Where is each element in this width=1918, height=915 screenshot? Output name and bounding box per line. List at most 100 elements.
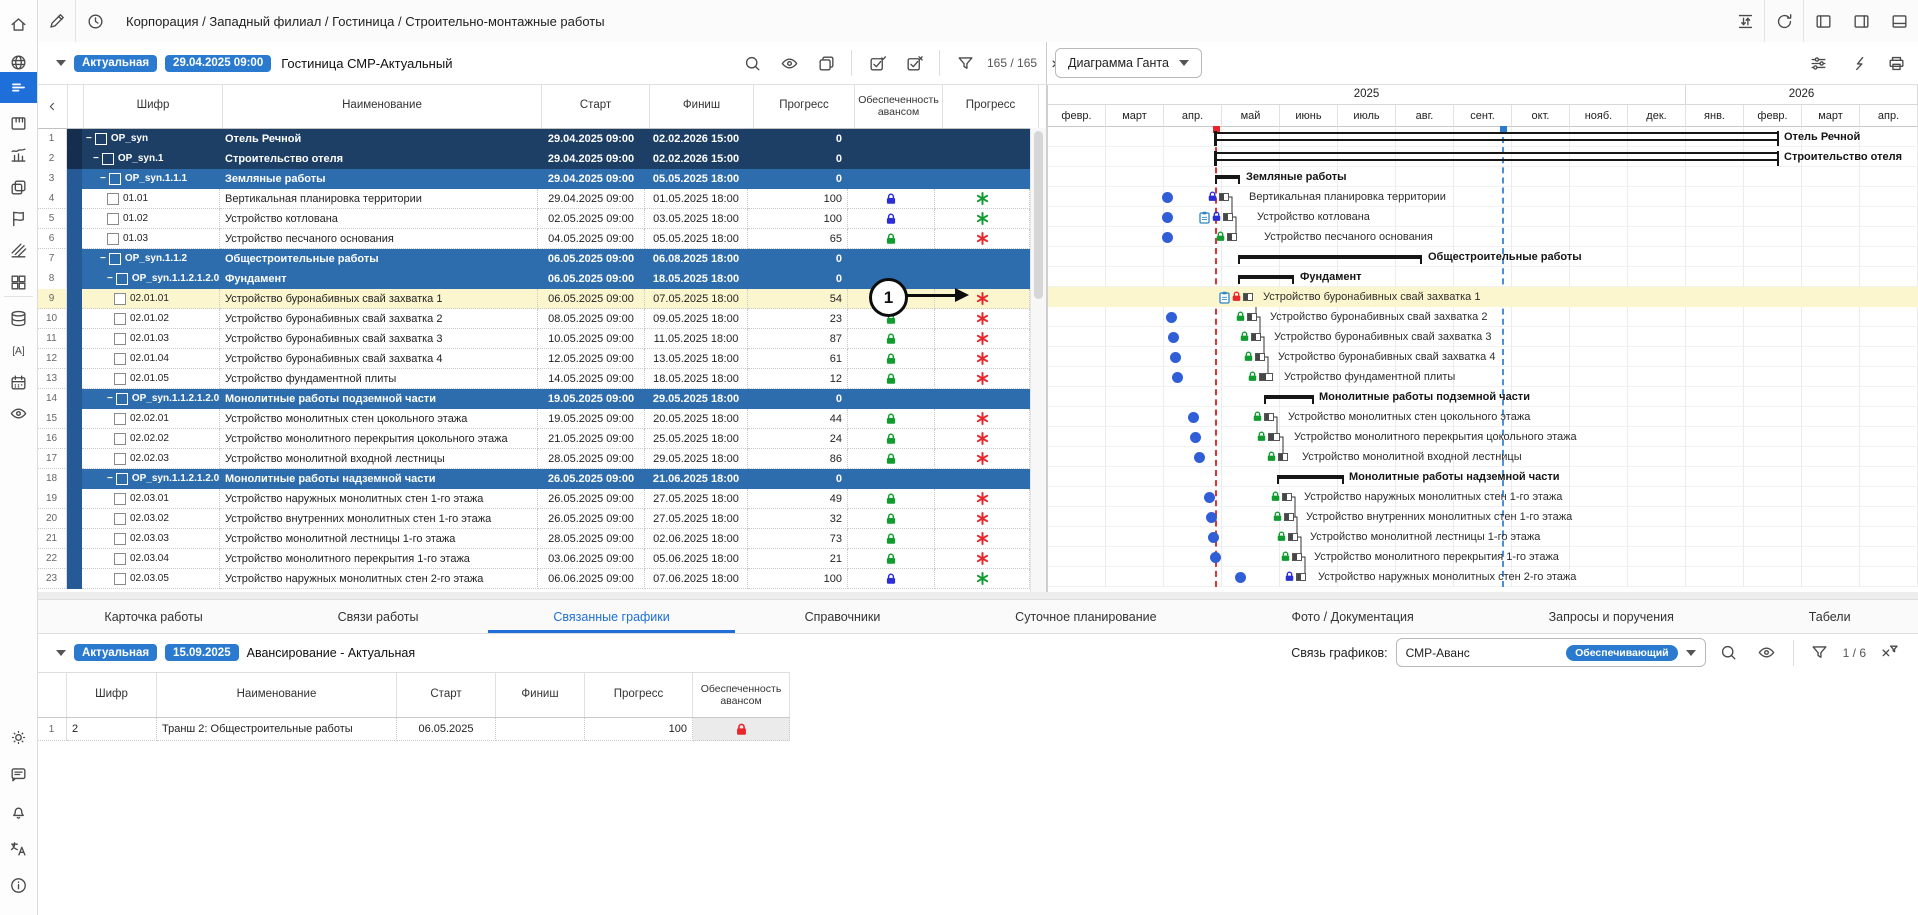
tab-3[interactable]: Связанные графики [523, 600, 699, 633]
gantt-row[interactable]: Устройство монолитного перекрытия 1-го э… [1048, 547, 1918, 567]
table-row[interactable]: 7−OP_syn.1.1.2Общестроительные работы06.… [37, 249, 1046, 269]
gantt-row[interactable]: Общестроительные работы [1048, 247, 1918, 267]
row-checkbox[interactable] [114, 413, 126, 425]
table-row[interactable]: 601.03Устройство песчаного основания04.0… [37, 229, 1046, 249]
column-header-0[interactable]: Шифр [84, 84, 223, 128]
gantt-canvas[interactable]: Отель РечнойСтроительство отеляЗемляные … [1048, 127, 1918, 587]
task-bar[interactable] [1223, 213, 1233, 221]
column-header-1[interactable]: Наименование [223, 84, 542, 128]
task-bar[interactable] [1255, 353, 1265, 361]
sidebar-item-grid-icon[interactable] [0, 266, 37, 298]
task-bar[interactable] [1292, 553, 1302, 561]
column-header-2[interactable]: Старт [542, 84, 650, 128]
sidebar-item-translate-icon[interactable] [0, 832, 37, 864]
column-header-3[interactable]: Финиш [650, 84, 754, 128]
table-row[interactable]: 2−OP_syn.1Строительство отеля29.04.2025 … [37, 149, 1046, 169]
gantt-row[interactable]: Строительство отеля [1048, 147, 1918, 167]
table-row[interactable]: 2002.03.02Устройство внутренних монолитн… [37, 509, 1046, 529]
row-checkbox[interactable] [114, 513, 126, 525]
gantt-row[interactable]: Устройство внутренних монолитных стен 1-… [1048, 507, 1918, 527]
task-bar[interactable] [1296, 573, 1306, 581]
summary-bar[interactable] [1238, 275, 1294, 279]
linked-column-header-2[interactable]: Наименование [157, 673, 397, 717]
task-bar[interactable] [1247, 313, 1257, 321]
vertical-scrollbar[interactable] [1030, 128, 1046, 592]
gantt-row[interactable]: Устройство наружных монолитных стен 2-го… [1048, 567, 1918, 587]
table-row[interactable]: 18−OP_syn.1.1.2.1.2.03Монолитные работы … [37, 469, 1046, 489]
gantt-row[interactable]: Устройство монолитной лестницы 1-го этаж… [1048, 527, 1918, 547]
collapse-toggle[interactable]: − [100, 253, 106, 264]
linked-filter-button[interactable] [1805, 638, 1835, 668]
table-row[interactable]: 1702.02.03Устройство монолитной входной … [37, 449, 1046, 469]
link-select[interactable]: СМР-Аванс Обеспечивающий [1396, 638, 1706, 667]
sidebar-item-gantt-list-icon[interactable] [0, 72, 37, 103]
row-checkbox[interactable] [107, 213, 119, 225]
row-checkbox[interactable] [116, 393, 128, 405]
row-checkbox[interactable] [114, 493, 126, 505]
gantt-row[interactable]: Устройство песчаного основания [1048, 227, 1918, 247]
view-selector[interactable]: Диаграмма Ганта [1055, 48, 1202, 78]
row-checkbox[interactable] [114, 553, 126, 565]
summary-bar[interactable] [1264, 395, 1314, 399]
sidebar-item-theme-icon[interactable] [0, 721, 37, 753]
swap-rows-button[interactable] [1726, 0, 1764, 42]
table-row[interactable]: 1502.02.01Устройство монолитных стен цок… [37, 409, 1046, 429]
edit-button[interactable] [37, 0, 75, 42]
collapse-toggle[interactable]: − [107, 473, 113, 484]
row-checkbox[interactable] [109, 173, 121, 185]
sidebar-item-hatch-icon[interactable] [0, 234, 37, 266]
collapse-toggle[interactable]: − [107, 273, 113, 284]
collapse-columns-icon[interactable] [45, 99, 60, 114]
linked-column-header-1[interactable]: Шифр [67, 673, 157, 717]
row-checkbox[interactable] [116, 473, 128, 485]
gantt-row[interactable]: Монолитные работы подземной части [1048, 387, 1918, 407]
gantt-row[interactable]: Фундамент [1048, 267, 1918, 287]
windows-button[interactable] [811, 48, 841, 78]
refresh-button[interactable] [1765, 0, 1803, 42]
gantt-row[interactable]: Устройство монолитной входной лестницы [1048, 447, 1918, 467]
sidebar-item-database-icon[interactable] [0, 302, 37, 334]
gantt-row[interactable]: Земляные работы [1048, 167, 1918, 187]
table-row[interactable]: 2302.03.05Устройство наружных монолитных… [37, 569, 1046, 589]
row-checkbox[interactable] [95, 133, 107, 145]
tab-2[interactable]: Связи работы [308, 600, 449, 633]
gantt-row[interactable]: Устройство котлована [1048, 207, 1918, 227]
task-bar[interactable] [1264, 413, 1274, 421]
gantt-row[interactable]: Устройство буронабивных свай захватка 3 [1048, 327, 1918, 347]
row-checkbox[interactable] [114, 353, 126, 365]
collapse-toggle[interactable]: − [107, 393, 113, 404]
table-row[interactable]: 2202.03.04Устройство монолитного перекры… [37, 549, 1046, 569]
summary-bar[interactable] [1277, 475, 1344, 479]
task-bar[interactable] [1288, 533, 1298, 541]
gantt-row[interactable]: Устройство буронабивных свай захватка 2 [1048, 307, 1918, 327]
row-checkbox[interactable] [107, 233, 119, 245]
row-checkbox[interactable] [116, 273, 128, 285]
row-checkbox[interactable] [114, 573, 126, 585]
gantt-row[interactable]: Монолитные работы надземной части [1048, 467, 1918, 487]
task-bar[interactable] [1278, 453, 1288, 461]
sidebar-item-home-icon[interactable] [0, 8, 37, 40]
table-row[interactable]: 1602.02.02Устройство монолитного перекры… [37, 429, 1046, 449]
collapse-toggle[interactable]: − [93, 153, 99, 164]
tab-7[interactable]: Запросы и поручения [1519, 600, 1704, 633]
summary-bar[interactable] [1215, 175, 1240, 179]
row-checkbox[interactable] [114, 293, 126, 305]
linked-table-row[interactable]: 12Транш 2: Общестроительные работы06.05.… [37, 718, 790, 741]
task-bar[interactable] [1259, 373, 1273, 381]
summary-bar[interactable] [1215, 132, 1778, 141]
layout-center-button[interactable] [1842, 0, 1880, 42]
linked-column-header-6[interactable]: Обеспеченность авансом [693, 673, 790, 717]
gantt-links-button[interactable] [1842, 48, 1872, 78]
table-row[interactable]: 1102.01.03Устройство буронабивных свай з… [37, 329, 1046, 349]
column-header-5[interactable]: Обеспеченность авансом [855, 84, 943, 128]
sidebar-item-text-a-icon[interactable]: [A] [0, 334, 37, 366]
row-checkbox[interactable] [114, 453, 126, 465]
sidebar-item-eye-icon[interactable] [0, 397, 37, 429]
task-bar[interactable] [1268, 433, 1280, 441]
layout-bottom-button[interactable] [1880, 0, 1918, 42]
collapse-caret-icon[interactable] [56, 60, 66, 66]
linked-column-header-5[interactable]: Прогресс [585, 673, 693, 717]
gantt-settings-button[interactable] [1803, 48, 1833, 78]
tab-6[interactable]: Фото / Документация [1261, 600, 1443, 633]
summary-bar[interactable] [1238, 255, 1422, 259]
